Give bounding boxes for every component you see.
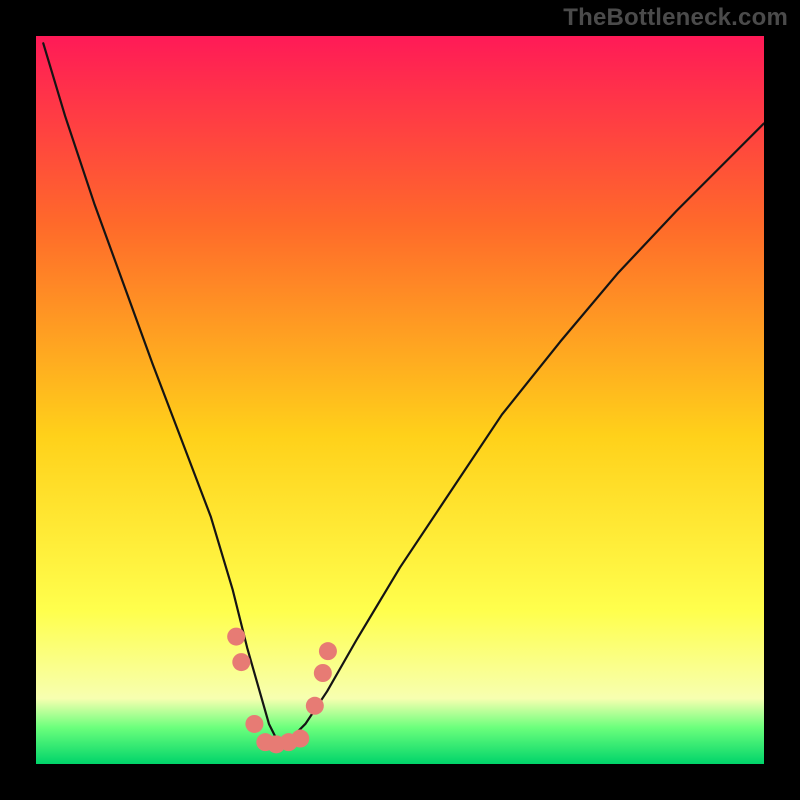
curve-marker-9: [319, 642, 337, 660]
curve-marker-6: [291, 730, 309, 748]
watermark-text: TheBottleneck.com: [563, 4, 788, 32]
bottleneck-chart: [36, 36, 764, 764]
gradient-panel: [36, 36, 764, 764]
curve-marker-8: [314, 664, 332, 682]
curve-marker-0: [227, 628, 245, 646]
app-frame: TheBottleneck.com: [0, 0, 800, 800]
curve-marker-7: [306, 697, 324, 715]
curve-marker-1: [232, 653, 250, 671]
curve-marker-2: [245, 715, 263, 733]
